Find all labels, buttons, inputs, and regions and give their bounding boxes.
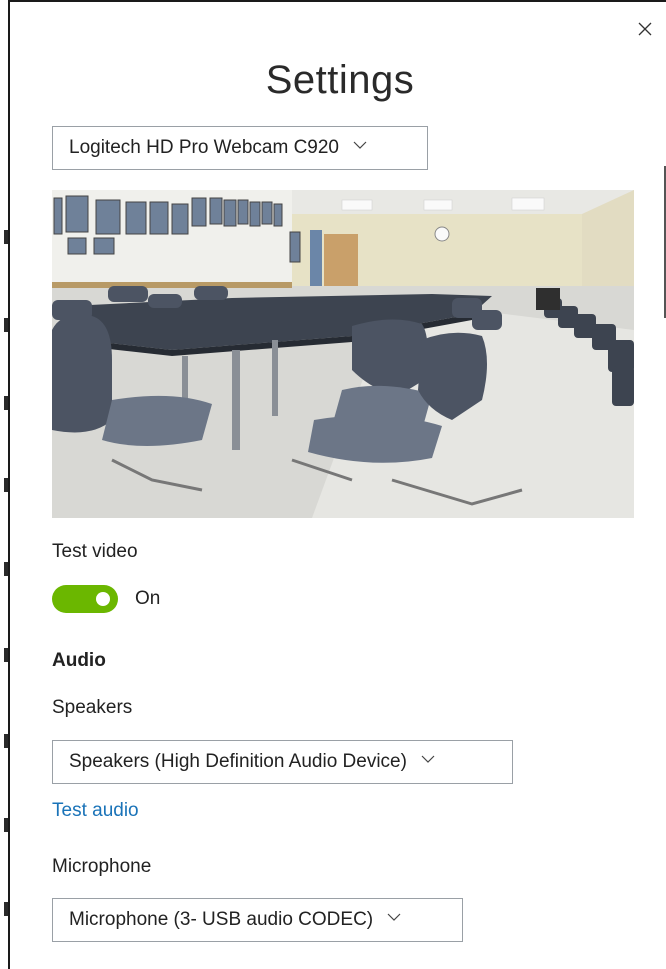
test-video-toggle[interactable] <box>52 585 118 613</box>
dialog-title: Settings <box>265 58 415 102</box>
window-top-border <box>8 0 666 2</box>
chevron-down-icon <box>353 141 367 155</box>
speakers-select[interactable]: Speakers (High Definition Audio Device) <box>52 740 513 784</box>
test-audio-link[interactable]: Test audio <box>52 800 139 822</box>
microphone-select[interactable]: Microphone (3- USB audio CODEC) <box>52 898 463 942</box>
speakers-label: Speakers <box>52 697 133 718</box>
close-button[interactable] <box>632 18 658 44</box>
chevron-down-icon <box>387 913 401 927</box>
close-icon <box>638 22 652 41</box>
camera-select[interactable]: Logitech HD Pro Webcam C920 <box>52 126 428 170</box>
camera-select-value: Logitech HD Pro Webcam C920 <box>69 137 339 158</box>
toggle-state-label: On <box>135 588 161 609</box>
microphone-label: Microphone <box>52 856 152 877</box>
audio-heading: Audio <box>52 650 106 671</box>
toggle-knob <box>96 592 110 606</box>
test-video-label: Test video <box>52 541 138 562</box>
microphone-select-value: Microphone (3- USB audio CODEC) <box>69 909 374 930</box>
window-left-border <box>4 0 10 969</box>
chevron-down-icon <box>421 755 435 769</box>
camera-preview <box>52 190 634 518</box>
speakers-select-value: Speakers (High Definition Audio Device) <box>69 751 407 772</box>
